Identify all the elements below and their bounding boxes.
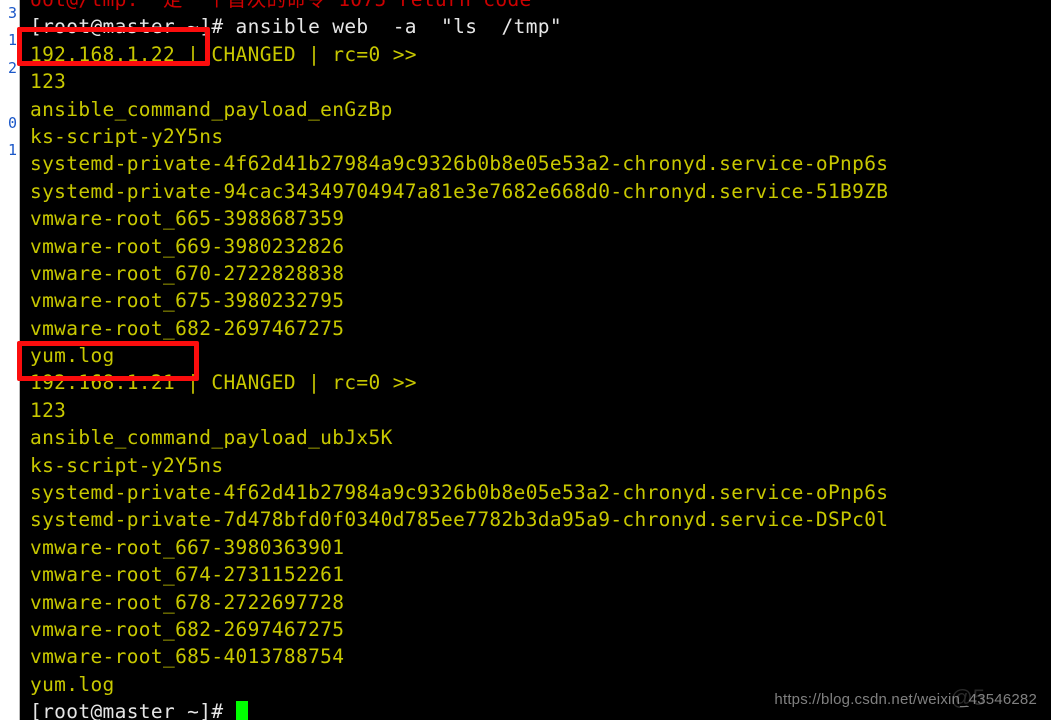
terminal-text: systemd-private-4f62d41b27984a9c9326b0b8… <box>30 152 889 176</box>
terminal-screen: 3 1 2 0 1 oot@/tmp: 定 个首次的命令 1075 return… <box>0 0 1051 720</box>
terminal-text: systemd-private-4f62d41b27984a9c9326b0b8… <box>30 481 889 505</box>
terminal-text: 192.168.1.21 | CHANGED | rc=0 >> <box>30 371 417 395</box>
watermark-url: https://blog.csdn.net/weixin_43546282 <box>774 691 1037 708</box>
line-22-123: 123 <box>30 68 1050 95</box>
line-22-vmware-1: vmware-root_665-3988687359 <box>30 205 1050 232</box>
terminal-text: oot@/tmp: 定 个首次的命令 1075 return code <box>30 0 532 11</box>
line-21-vmware-2: vmware-root_674-2731152261 <box>30 561 1050 588</box>
background-window-gutter: 3 1 2 0 1 <box>7 4 17 160</box>
terminal-text: vmware-root_667-3980363901 <box>30 535 345 559</box>
terminal-text: 123 <box>30 70 67 94</box>
terminal-text: yum.log <box>30 672 115 696</box>
line-host-22-header: 192.168.1.22 | CHANGED | rc=0 >> <box>30 41 1050 68</box>
line-22-yumlog: yum.log <box>30 342 1050 369</box>
terminal-cursor <box>235 701 248 720</box>
terminal-text: systemd-private-94cac34349704947a81e3e76… <box>30 179 889 203</box>
line-scrollback-top: oot@/tmp: 定 个首次的命令 1075 return code <box>30 0 1050 13</box>
terminal-text: vmware-root_669-3980232826 <box>30 234 345 258</box>
terminal-text: ks-script-y2Y5ns <box>30 453 224 477</box>
terminal-text: systemd-private-7d478bfd0f0340d785ee7782… <box>30 508 889 532</box>
line-21-ksscript: ks-script-y2Y5ns <box>30 452 1050 479</box>
line-22-vmware-2: vmware-root_669-3980232826 <box>30 233 1050 260</box>
line-21-vmware-1: vmware-root_667-3980363901 <box>30 534 1050 561</box>
line-21-systemd-2: systemd-private-7d478bfd0f0340d785ee7782… <box>30 506 1050 533</box>
line-22-systemd-1: systemd-private-4f62d41b27984a9c9326b0b8… <box>30 150 1050 177</box>
terminal-text: vmware-root_665-3988687359 <box>30 207 345 231</box>
line-22-vmware-4: vmware-root_675-3980232795 <box>30 287 1050 314</box>
terminal-text: ansible_command_payload_enGzBp <box>30 97 393 121</box>
terminal-text: [root@master ~]# ansible web -a "ls /tmp… <box>30 15 562 39</box>
line-22-ksscript: ks-script-y2Y5ns <box>30 123 1050 150</box>
line-21-vmware-5: vmware-root_685-4013788754 <box>30 643 1050 670</box>
terminal-emulator[interactable]: oot@/tmp: 定 个首次的命令 1075 return code [root… <box>21 0 1051 720</box>
line-22-vmware-3: vmware-root_670-2722828838 <box>30 260 1050 287</box>
line-21-systemd-1: systemd-private-4f62d41b27984a9c9326b0b8… <box>30 479 1050 506</box>
terminal-text: 192.168.1.22 | CHANGED | rc=0 >> <box>30 42 417 66</box>
terminal-text: [root@master ~]# <box>30 700 236 720</box>
line-21-payload: ansible_command_payload_ubJx5K <box>30 424 1050 451</box>
line-21-vmware-3: vmware-root_678-2722697728 <box>30 589 1050 616</box>
terminal-text: vmware-root_670-2722828838 <box>30 261 345 285</box>
line-command: [root@master ~]# ansible web -a "ls /tmp… <box>30 13 1050 40</box>
terminal-text: vmware-root_674-2731152261 <box>30 563 345 587</box>
terminal-text: yum.log <box>30 344 115 368</box>
line-22-systemd-2: systemd-private-94cac34349704947a81e3e76… <box>30 178 1050 205</box>
terminal-text: vmware-root_682-2697467275 <box>30 316 345 340</box>
line-22-vmware-5: vmware-root_682-2697467275 <box>30 315 1050 342</box>
terminal-text: vmware-root_675-3980232795 <box>30 289 345 313</box>
line-21-vmware-4: vmware-root_682-2697467275 <box>30 616 1050 643</box>
terminal-text: ks-script-y2Y5ns <box>30 124 224 148</box>
terminal-text: ansible_command_payload_ubJx5K <box>30 426 393 450</box>
line-host-21-header: 192.168.1.21 | CHANGED | rc=0 >> <box>30 369 1050 396</box>
background-window-sliver[interactable]: 3 1 2 0 1 <box>0 0 20 720</box>
terminal-text: vmware-root_682-2697467275 <box>30 617 345 641</box>
line-21-123: 123 <box>30 397 1050 424</box>
terminal-text: vmware-root_685-4013788754 <box>30 645 345 669</box>
line-22-payload: ansible_command_payload_enGzBp <box>30 96 1050 123</box>
terminal-text: vmware-root_678-2722697728 <box>30 590 345 614</box>
terminal-output: oot@/tmp: 定 个首次的命令 1075 return code [root… <box>30 0 1050 720</box>
terminal-text: 123 <box>30 398 67 422</box>
